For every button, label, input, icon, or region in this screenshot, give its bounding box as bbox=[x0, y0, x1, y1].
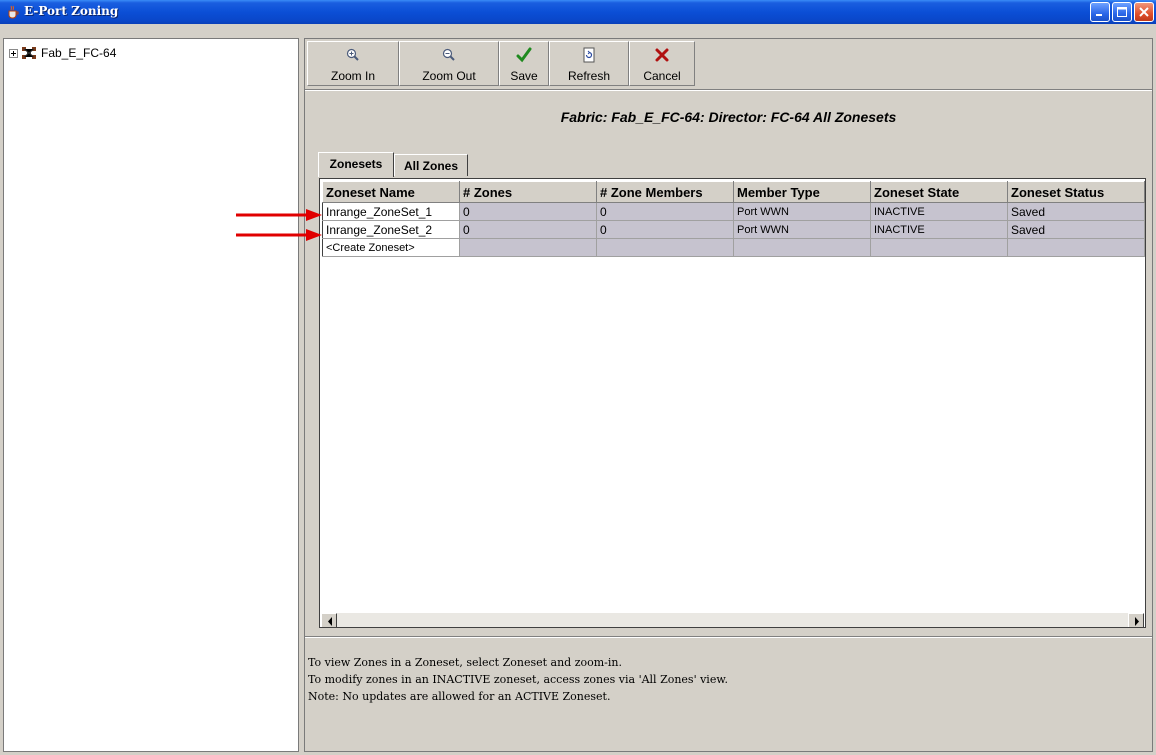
column-header[interactable]: Member Type bbox=[733, 181, 871, 203]
column-header[interactable]: # Zones bbox=[459, 181, 597, 203]
message-divider bbox=[305, 636, 1152, 638]
zoneset-panel: Zoom In Zoom Out Save Refresh Cancel Fab… bbox=[304, 38, 1153, 752]
minimize-button[interactable] bbox=[1090, 2, 1110, 22]
tab-zonesets[interactable]: Zonesets bbox=[318, 152, 394, 177]
table-row[interactable]: Inrange_ZoneSet_1 0 0 Port WWN INACTIVE … bbox=[322, 202, 1145, 221]
table-row[interactable]: Inrange_ZoneSet_2 0 0 Port WWN INACTIVE … bbox=[322, 220, 1145, 239]
horizontal-scrollbar[interactable] bbox=[321, 613, 1144, 627]
check-icon bbox=[516, 47, 532, 63]
zoom-out-icon bbox=[442, 48, 455, 61]
close-icon bbox=[1139, 7, 1149, 17]
table-cell[interactable]: 0 bbox=[459, 202, 597, 221]
table-cell[interactable]: INACTIVE bbox=[870, 220, 1008, 239]
e-port-zoning-window: E-Port Zoning Fab_E_FC-64 Zoom In Zoom O… bbox=[0, 0, 1156, 755]
tree-node-label: Fab_E_FC-64 bbox=[41, 46, 117, 60]
table-cell[interactable]: 0 bbox=[459, 220, 597, 239]
zoneset-name-cell[interactable]: Inrange_ZoneSet_2 bbox=[322, 220, 460, 239]
table-header-row: Zoneset Name # Zones # Zone Members Memb… bbox=[322, 181, 1145, 203]
annotation-arrow bbox=[236, 229, 322, 241]
column-header[interactable]: # Zone Members bbox=[596, 181, 734, 203]
table-cell[interactable]: INACTIVE bbox=[870, 202, 1008, 221]
zonesets-table-panel: Zoneset Name # Zones # Zone Members Memb… bbox=[319, 178, 1146, 628]
java-cup-icon bbox=[8, 5, 19, 19]
annotation-arrow bbox=[236, 209, 322, 221]
column-header[interactable]: Zoneset Name bbox=[322, 181, 460, 203]
maximize-button[interactable] bbox=[1112, 2, 1132, 22]
scroll-left-button[interactable] bbox=[321, 613, 337, 627]
minimize-icon bbox=[1096, 14, 1102, 16]
title-bar[interactable]: E-Port Zoning bbox=[0, 0, 1156, 24]
create-zoneset-cell[interactable]: <Create Zoneset> bbox=[322, 238, 460, 257]
refresh-label: Refresh bbox=[567, 69, 611, 83]
scroll-right-button[interactable] bbox=[1128, 613, 1144, 627]
zoom-out-label: Zoom Out bbox=[422, 69, 476, 83]
table-cell[interactable]: 0 bbox=[596, 202, 734, 221]
table-row[interactable]: <Create Zoneset> bbox=[322, 238, 1145, 257]
table-cell[interactable]: Saved bbox=[1007, 202, 1145, 221]
help-message-line: To view Zones in a Zoneset, select Zones… bbox=[308, 656, 622, 669]
table-cell[interactable] bbox=[459, 238, 597, 257]
table-cell[interactable] bbox=[733, 238, 871, 257]
zonesets-table: Zoneset Name # Zones # Zone Members Memb… bbox=[322, 181, 1145, 257]
maximize-icon bbox=[1117, 7, 1127, 17]
table-cell[interactable] bbox=[596, 238, 734, 257]
zoom-in-label: Zoom In bbox=[330, 69, 375, 83]
save-button[interactable]: Save bbox=[499, 41, 549, 86]
tree-node-fabric[interactable]: Fab_E_FC-64 bbox=[9, 45, 116, 61]
column-header[interactable]: Zoneset State bbox=[870, 181, 1008, 203]
arrow-right-icon bbox=[1135, 617, 1139, 626]
window-title: E-Port Zoning bbox=[24, 4, 119, 18]
table-cell[interactable]: Saved bbox=[1007, 220, 1145, 239]
toolbar: Zoom In Zoom Out Save Refresh Cancel bbox=[307, 41, 695, 87]
table-cell[interactable] bbox=[1007, 238, 1145, 257]
table-cell[interactable]: 0 bbox=[596, 220, 734, 239]
table-cell[interactable]: Port WWN bbox=[733, 220, 871, 239]
fabric-tree-panel[interactable]: Fab_E_FC-64 bbox=[3, 38, 299, 752]
zoneset-name-cell[interactable]: Inrange_ZoneSet_1 bbox=[322, 202, 460, 221]
save-label: Save bbox=[510, 69, 538, 83]
arrow-left-icon bbox=[328, 617, 332, 626]
help-messages: To view Zones in a Zoneset, select Zones… bbox=[308, 654, 728, 705]
x-icon bbox=[655, 48, 669, 62]
toolbar-divider bbox=[305, 89, 1152, 91]
refresh-button[interactable]: Refresh bbox=[549, 41, 629, 86]
cancel-button[interactable]: Cancel bbox=[629, 41, 695, 86]
refresh-icon bbox=[583, 47, 595, 63]
help-message-line: To modify zones in an INACTIVE zoneset, … bbox=[308, 673, 728, 686]
expand-icon[interactable] bbox=[9, 48, 18, 58]
close-button[interactable] bbox=[1134, 2, 1154, 22]
zoom-in-button[interactable]: Zoom In bbox=[307, 41, 399, 86]
zoom-in-icon bbox=[346, 48, 359, 61]
page-title: Fabric: Fab_E_FC-64: Director: FC-64 All… bbox=[560, 109, 897, 125]
help-message-line: Note: No updates are allowed for an ACTI… bbox=[308, 690, 611, 703]
column-header[interactable]: Zoneset Status bbox=[1007, 181, 1145, 203]
zoom-out-button[interactable]: Zoom Out bbox=[399, 41, 499, 86]
table-cell[interactable] bbox=[870, 238, 1008, 257]
cancel-label: Cancel bbox=[643, 69, 681, 83]
table-cell[interactable]: Port WWN bbox=[733, 202, 871, 221]
tab-all-zones[interactable]: All Zones bbox=[394, 154, 468, 176]
fabric-icon bbox=[22, 47, 36, 59]
